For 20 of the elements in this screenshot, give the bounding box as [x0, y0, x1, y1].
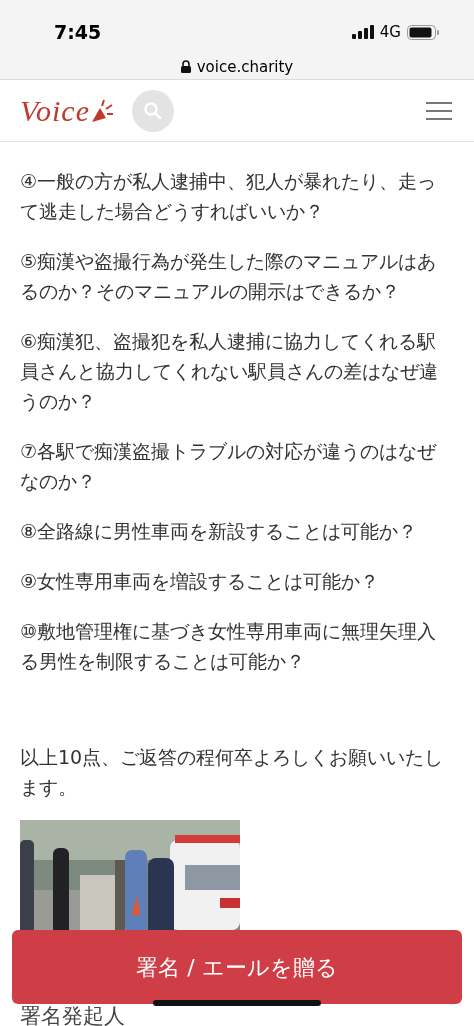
menu-icon	[426, 101, 452, 120]
battery-icon	[407, 24, 439, 40]
section-heading: 署名発起人	[20, 1006, 125, 1026]
question-text: ⑤痴漢や盗撮行為が発生した際のマニュアルはあるのか？そのマニュアルの開示はできるか？	[20, 249, 438, 304]
menu-button[interactable]	[426, 99, 452, 122]
question-text: ⑦各駅で痴漢盗撮トラブルの対応が違うのはなぜなのか？	[20, 439, 438, 494]
closing-text: 以上10点、ご返答の程何卒よろしくお願いいたします。	[20, 745, 445, 800]
sign-button[interactable]: 署名 / エールを贈る	[12, 930, 462, 1004]
voice-logo[interactable]: Voice	[20, 88, 114, 133]
question-text: ④一般の方が私人逮捕中、犯人が暴れたり、走って逃走した場合どうすればいいか？	[20, 169, 438, 224]
question-text: ⑨女性専用車両を増設することは可能か？	[20, 569, 381, 594]
address-url[interactable]: voice.charity	[196, 55, 294, 78]
status-time: 7:45	[54, 20, 102, 45]
question-text: ⑩敷地管理権に基づき女性専用車両に無理矢理入る男性を制限することは可能か？	[20, 619, 438, 674]
signal-icon	[351, 25, 374, 40]
lock-icon	[180, 60, 191, 74]
question-text: ⑧全路線に男性車両を新設することは可能か？	[20, 519, 419, 544]
question-text: ⑥痴漢犯、盗撮犯を私人逮捕に協力してくれる駅員さんと協力してくれない駅員さんの差はなぜ違うのか？	[20, 329, 439, 414]
network-label: 4G	[379, 22, 401, 43]
search-icon	[142, 100, 163, 121]
